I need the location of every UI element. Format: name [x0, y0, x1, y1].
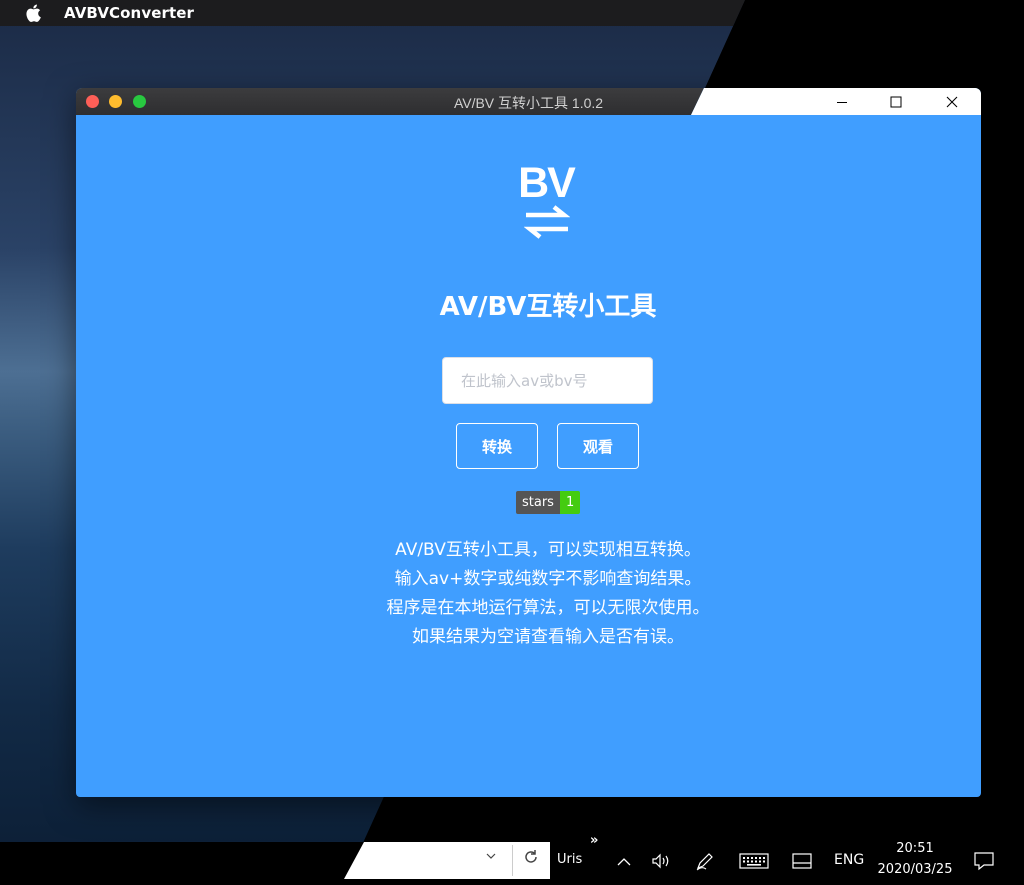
volume-icon[interactable]: [650, 850, 672, 876]
badge-value: 1: [559, 491, 581, 514]
address-toolbar-input[interactable]: [344, 842, 550, 879]
minimize-icon: [837, 101, 847, 103]
swap-arrows-icon: [524, 205, 570, 239]
av-bv-input[interactable]: [442, 357, 653, 404]
notification-icon[interactable]: [973, 850, 995, 876]
toolbar-label-uris[interactable]: Uris: [557, 852, 582, 867]
close-icon: [946, 96, 958, 107]
windows-minimize-button[interactable]: [819, 88, 865, 115]
app-content: BV AV/BV互转小工具 转换 观看 stars 1 AV/BV互转小工具，可…: [76, 115, 981, 797]
clock-time[interactable]: 20:51: [872, 841, 958, 856]
badge-label: stars: [516, 491, 560, 514]
logo-text: BV: [518, 159, 576, 207]
clock-date[interactable]: 2020/03/25: [872, 862, 958, 877]
windows-close-button[interactable]: [929, 88, 975, 115]
address-divider: [512, 845, 513, 876]
refresh-icon[interactable]: [523, 849, 539, 870]
keyboard-icon[interactable]: [739, 850, 769, 876]
description-line: 程序是在本地运行算法，可以无限次使用。: [386, 598, 710, 618]
description-line: 输入av+数字或纯数字不影响查询结果。: [394, 569, 702, 589]
convert-button[interactable]: 转换: [456, 423, 538, 469]
mac-menu-bar: AVBVConverter: [0, 0, 745, 26]
pen-icon[interactable]: [694, 850, 716, 876]
menu-app-name[interactable]: AVBVConverter: [64, 4, 194, 22]
app-window: AV/BV 互转小工具 1.0.2 BV AV/BV互转小工具 转换 观看 st…: [76, 88, 981, 797]
description-line: 如果结果为空请查看输入是否有误。: [412, 627, 684, 647]
tablet-mode-icon[interactable]: [791, 850, 813, 876]
chevron-up-icon[interactable]: [616, 850, 632, 876]
description: AV/BV互转小工具，可以实现相互转换。 输入av+数字或纯数字不影响查询结果。…: [76, 536, 981, 652]
app-logo: BV: [516, 161, 576, 247]
github-stars-badge[interactable]: stars 1: [516, 491, 581, 514]
description-line: AV/BV互转小工具，可以实现相互转换。: [395, 540, 701, 560]
toolbar-overflow-button[interactable]: »: [590, 833, 598, 848]
input-language[interactable]: ENG: [834, 852, 864, 868]
chevron-down-icon[interactable]: [486, 850, 496, 865]
maximize-icon: [890, 96, 902, 107]
watch-button[interactable]: 观看: [557, 423, 639, 469]
apple-icon[interactable]: [25, 4, 41, 22]
page-title: AV/BV互转小工具: [439, 292, 657, 322]
windows-maximize-button[interactable]: [873, 88, 919, 115]
